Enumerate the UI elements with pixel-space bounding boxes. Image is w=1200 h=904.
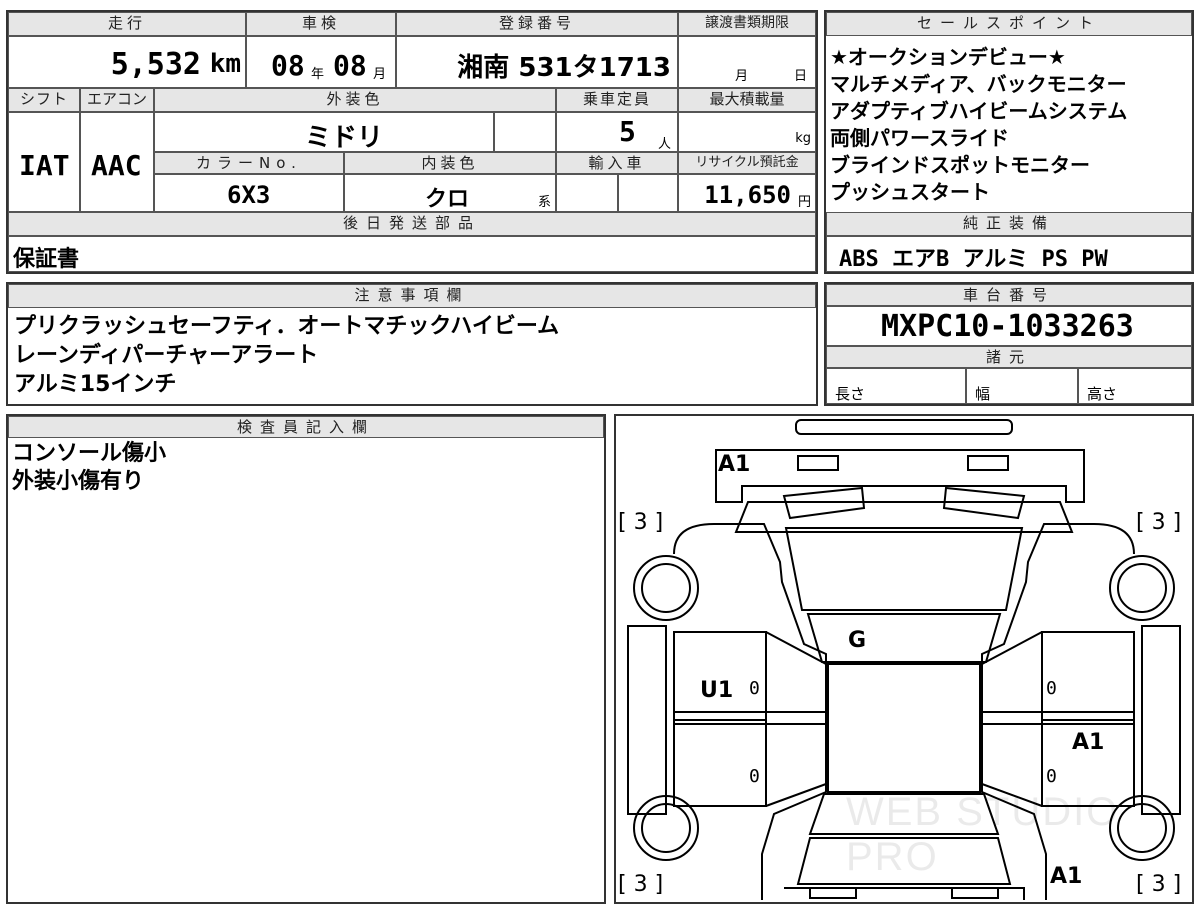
exterior-color-cell: ミドリ [154,112,494,152]
equipment-header: 純正装備 [826,212,1192,236]
max-load-header: 最大積載量 [678,88,816,112]
import-cell-a [556,174,618,212]
left-front-door-damage-label: U1 [700,678,734,703]
notes-line: レーンディパーチャーアラート [14,343,319,368]
mileage-value: 5,532 [110,47,201,82]
inspection-year-unit: 年 [311,67,325,82]
spec-width-label: 幅 [975,385,991,403]
sales-point-line: マルチメディア、バックモニター [830,72,1127,96]
capacity-cell: 5 人 [556,112,678,152]
mileage-unit: km [209,49,241,79]
recycle-cell: 11,650 円 [678,174,816,212]
mileage-header: 走行 [8,12,246,36]
interior-color-header: 内装色 [344,152,556,174]
sales-point-line: プッシュスタート [830,180,990,204]
max-load-cell: kg [678,112,816,152]
notes-header: 注意事項欄 [8,284,816,308]
capacity-value: 5 [619,115,636,148]
sales-point-line: アダプティブハイビームシステム [830,99,1128,123]
recycle-unit: 円 [797,195,811,210]
color-no-header: カラーNo. [154,152,344,174]
shift-header: シフト [8,88,80,112]
inspector-line: 外装小傷有り [12,469,145,494]
spec-height-cell: 高さ [1078,368,1192,404]
left-front-corner-label: [ 3 ] [618,510,664,535]
windshield-damage-label: G [848,628,867,653]
chassis-header: 車台番号 [826,284,1192,306]
later-parts-cell: 保証書 [8,236,816,272]
exterior-color-value: ミドリ [305,123,384,152]
later-parts-value: 保証書 [13,247,80,272]
recycle-value: 11,650 [704,181,791,209]
later-parts-header: 後日発送部品 [8,212,816,236]
transfer-deadline-header: 譲渡書類期限 [678,12,816,36]
equipment-cell: ABS エアB アルミ PS PW [826,236,1192,272]
right-rear-door-damage-label: A1 [1072,730,1105,755]
registration-value: 湘南 531タ1713 [457,53,671,83]
color-no-value: 6X3 [227,181,271,209]
inspection-header: 車検 [246,12,396,36]
shift-cell: IAT [8,112,80,212]
registration-cell: 湘南 531タ1713 [396,36,678,88]
aircon-header: エアコン [80,88,154,112]
capacity-header: 乗車定員 [556,88,678,112]
aircon-value: AAC [91,149,142,182]
exterior-color-extra-cell [494,112,556,152]
interior-color-cell: クロ 系 [344,174,556,212]
right-front-door-zero: 0 [1046,678,1057,699]
interior-color-value: クロ [425,187,470,212]
color-no-cell: 6X3 [154,174,344,212]
registration-header: 登録番号 [396,12,678,36]
sales-point-line: 両側パワースライド [830,126,1009,150]
notes-line: プリクラッシュセーフティ．オートマチックハイビーム [14,314,560,339]
inspector-body: コンソール傷小 外装小傷有り [12,440,602,496]
inspection-month-unit: 月 [373,67,387,82]
spec-length-cell: 長さ [826,368,966,404]
deadline-day-unit: 日 [793,69,807,84]
capacity-unit: 人 [657,137,671,152]
right-rear-door-zero: 0 [1046,766,1057,787]
right-front-corner-label: [ 3 ] [1136,510,1182,535]
import-cell-b [618,174,678,212]
chassis-value: MXPC10-1033263 [881,309,1134,344]
spec-length-label: 長さ [835,385,866,403]
transfer-deadline-cell: 月 日 [678,36,816,88]
inspection-cell: 08 年 08 月 [246,36,396,88]
sales-point-line: ★オークションデビュー★ [830,45,1066,69]
watermark: WEB STUDIO PRO [846,790,1120,879]
left-rear-corner-label: [ 3 ] [618,872,664,897]
interior-color-suffix: 系 [537,195,551,210]
sales-point-line: ブラインドスポットモニター [830,153,1090,177]
spec-height-label: 高さ [1087,385,1118,403]
notes-line: アルミ15インチ [14,372,177,397]
inspector-header: 検査員記入欄 [8,416,604,438]
import-header: 輸入車 [556,152,678,174]
deadline-month-unit: 月 [735,69,749,84]
notes-body: プリクラッシュセーフティ．オートマチックハイビーム レーンディパーチャーアラート… [14,312,814,399]
max-load-unit: kg [795,131,811,146]
recycle-header: リサイクル預託金 [678,152,816,174]
sales-points-header: セールスポイント [826,12,1192,36]
inspection-year: 08 [271,49,305,82]
specs-header: 諸元 [826,346,1192,368]
inspector-line: コンソール傷小 [12,441,167,466]
front-bumper-damage-label: A1 [718,452,751,477]
equipment-value: ABS エアB アルミ PS PW [839,247,1108,272]
spec-width-cell: 幅 [966,368,1078,404]
inspection-month: 08 [333,49,367,82]
aircon-cell: AAC [80,112,154,212]
exterior-color-header: 外装色 [154,88,556,112]
left-front-door-zero: 0 [749,678,760,699]
sales-points-list: ★オークションデビュー★ マルチメディア、バックモニター アダプティブハイビーム… [830,44,1190,206]
left-rear-door-zero: 0 [749,766,760,787]
shift-value: IAT [19,149,70,182]
chassis-value-cell: MXPC10-1033263 [826,306,1192,346]
mileage-cell: 5,532 km [8,36,246,88]
